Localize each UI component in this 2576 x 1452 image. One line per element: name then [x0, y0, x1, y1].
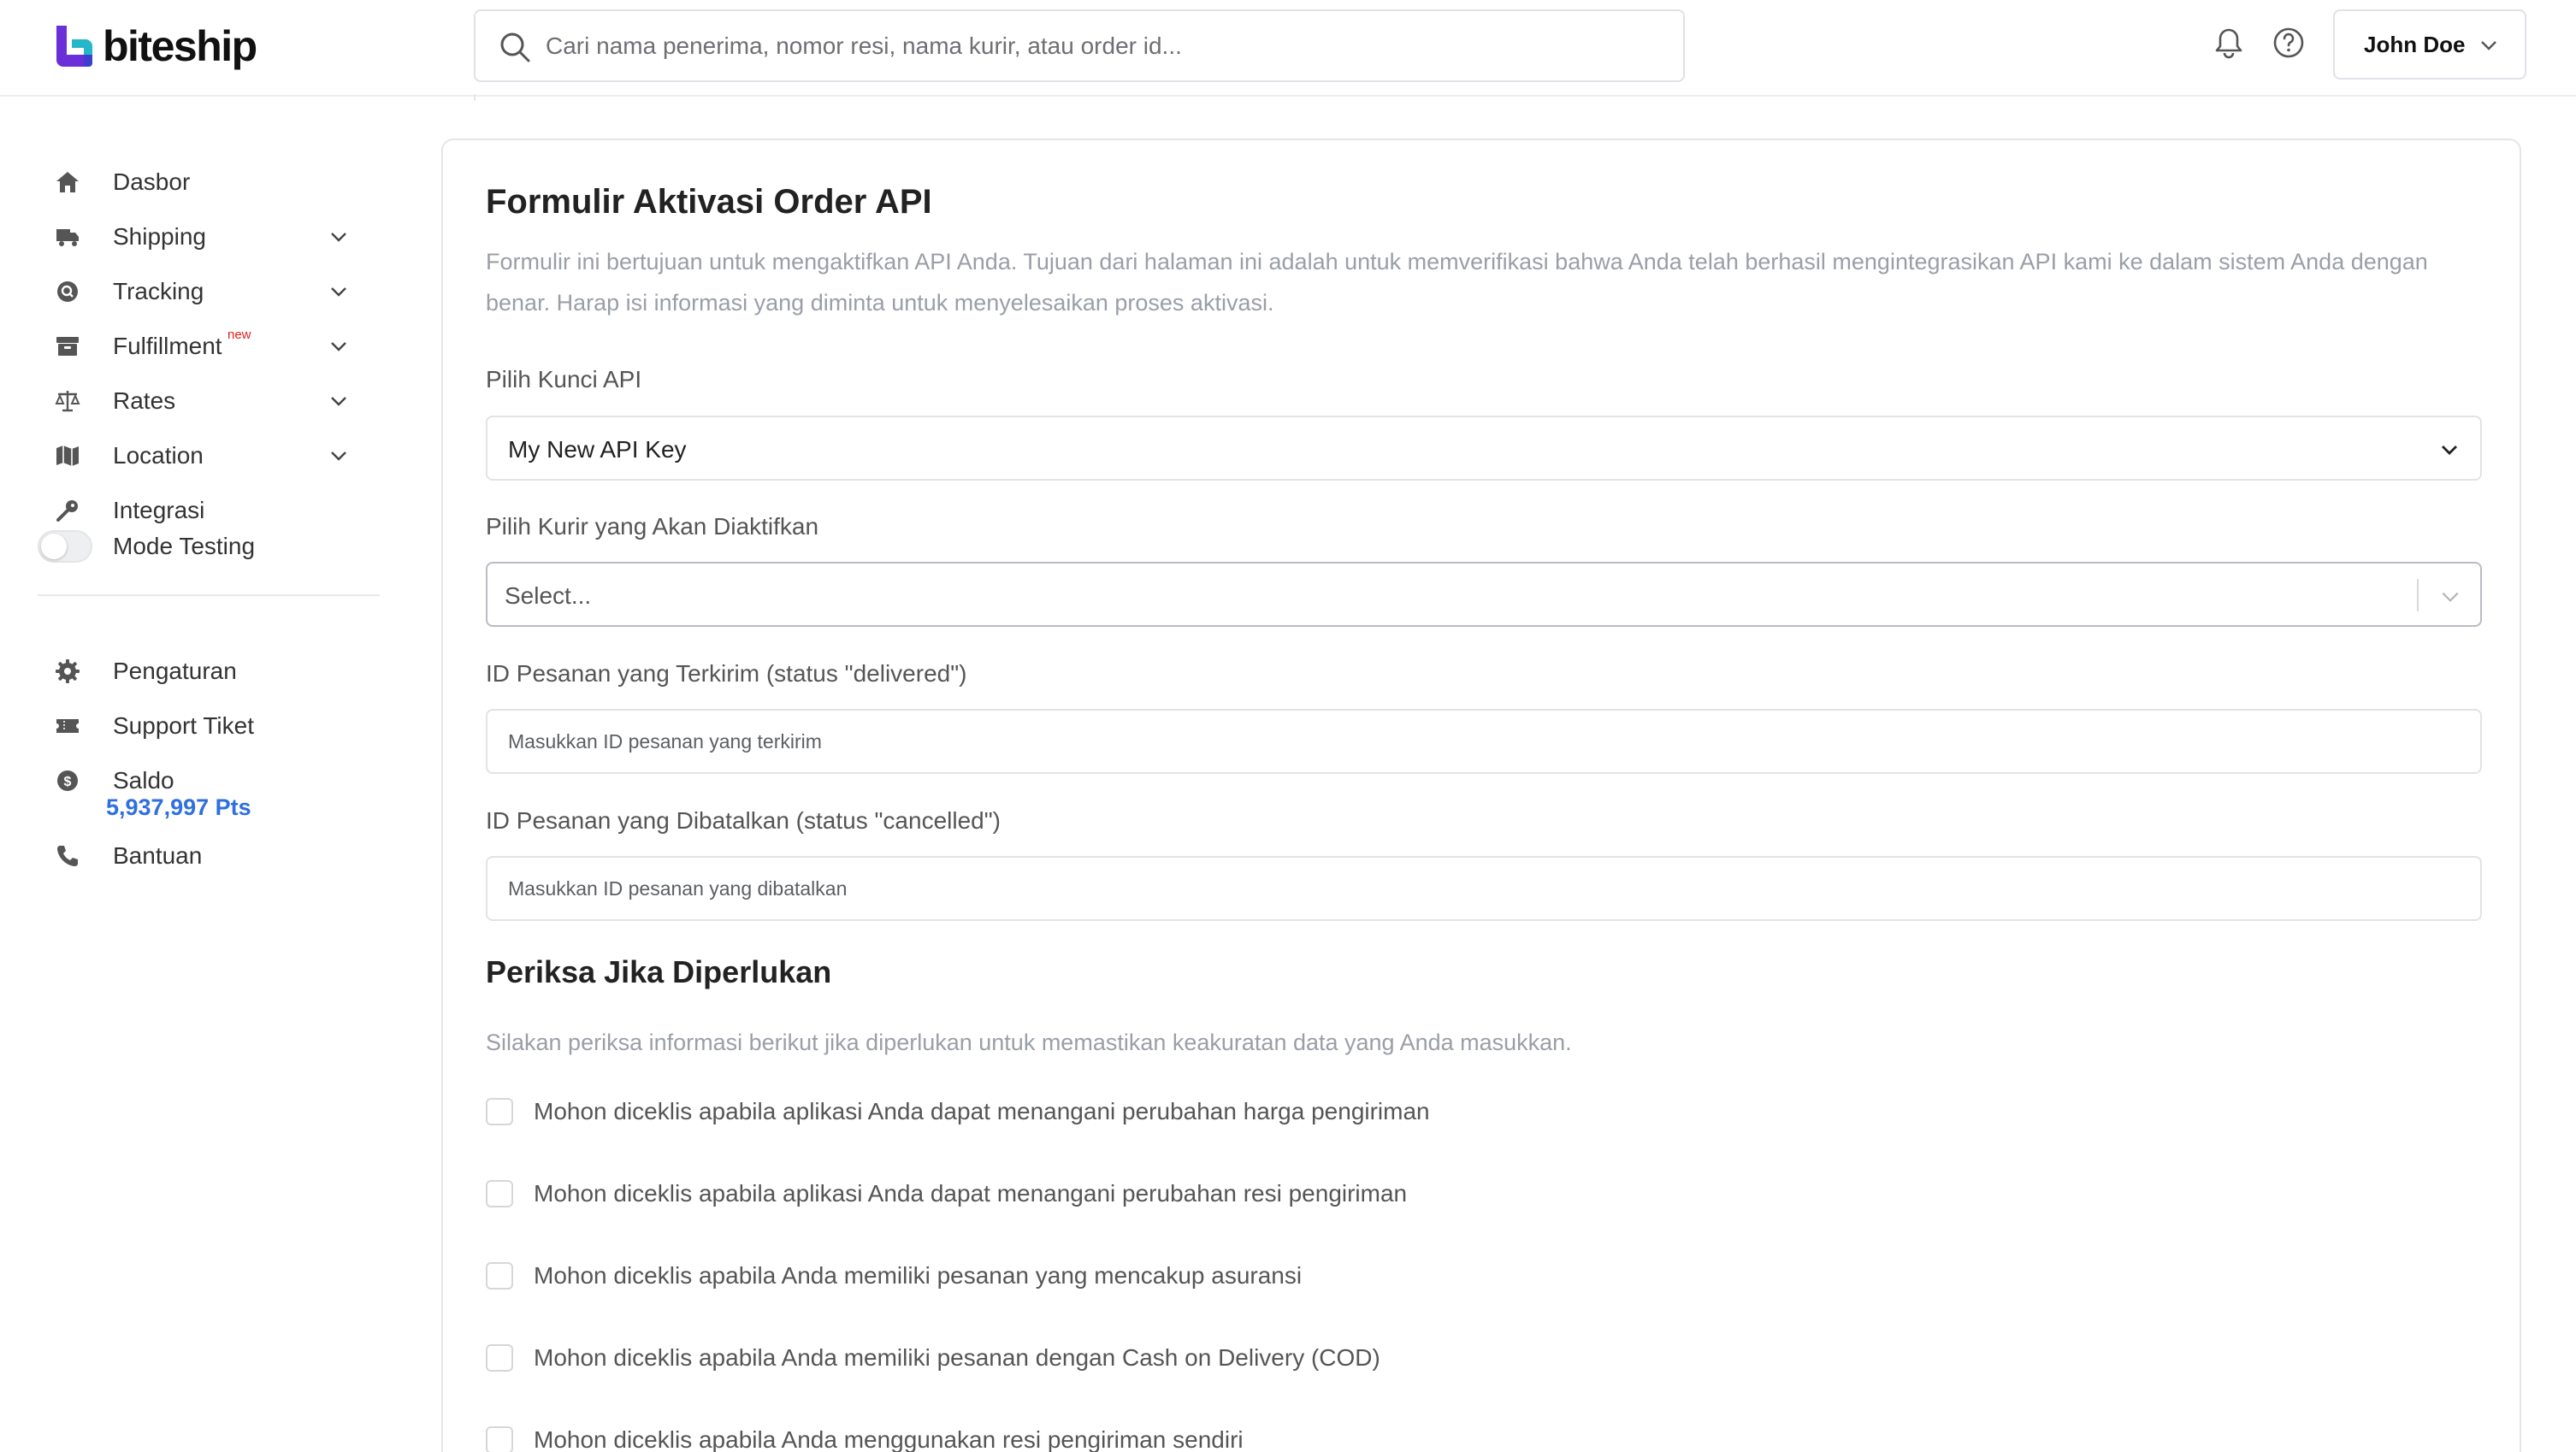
activation-form-card: Formulir Aktivasi Order API Formulir ini…: [441, 139, 2521, 1452]
sidebar-item-rates[interactable]: Rates: [38, 377, 380, 425]
sidebar-item-support-tiket[interactable]: Support Tiket: [38, 702, 380, 750]
sidebar-item-label: Bantuan: [113, 842, 203, 869]
page-description: Formulir ini bertujuan untuk mengaktifka…: [486, 249, 2428, 316]
archive-box-icon: [56, 337, 79, 356]
check-insurance[interactable]: Mohon diceklis apabila Anda memiliki pes…: [486, 1259, 1302, 1293]
sidebar-item-pengaturan[interactable]: Pengaturan: [38, 647, 380, 695]
checkbox[interactable]: [486, 1262, 513, 1290]
sidebar-item-fulfillment[interactable]: Fulfillment new: [38, 322, 380, 370]
help-circle-icon[interactable]: [2272, 26, 2306, 60]
sidebar: Dasbor Shipping Tracking Fulfillment new: [0, 97, 411, 1452]
mode-testing-label: Mode Testing: [113, 533, 256, 559]
api-key-selected-value: My New API Key: [508, 436, 687, 463]
checks-section-title: Periksa Jika Diperlukan: [486, 954, 832, 989]
courier-label: Pilih Kurir yang Akan Diaktifkan: [486, 513, 819, 540]
chevron-down-icon: [2481, 41, 2496, 50]
biteship-logo-icon: [56, 26, 92, 67]
checkbox[interactable]: [486, 1180, 513, 1207]
user-name: John Doe: [2364, 31, 2466, 57]
mode-testing-toggle[interactable]: [38, 530, 92, 563]
checkbox-label: Mohon diceklis apabila Anda menggunakan …: [534, 1426, 1244, 1452]
sidebar-divider: [38, 594, 380, 596]
search-bar[interactable]: [474, 9, 1685, 82]
sidebar-item-label: Location: [113, 442, 204, 469]
sidebar-item-location[interactable]: Location: [38, 432, 380, 480]
sidebar-item-label: Dasbor: [113, 168, 191, 195]
sidebar-item-label: Integrasi: [113, 497, 205, 523]
chevron-down-icon[interactable]: [328, 227, 349, 247]
chevron-down-icon: [2442, 446, 2457, 455]
tracking-icon: [57, 281, 78, 302]
select-separator: [2417, 579, 2419, 611]
courier-select-placeholder: Select...: [505, 582, 592, 609]
bell-icon[interactable]: [2212, 26, 2246, 60]
sidebar-item-bantuan[interactable]: Bantuan: [38, 832, 380, 880]
toggle-knob: [41, 534, 67, 559]
cancelled-id-input[interactable]: [486, 856, 2482, 921]
checkbox[interactable]: [486, 1426, 513, 1452]
checkbox[interactable]: [486, 1098, 513, 1125]
top-header: biteship John Doe: [0, 0, 2576, 97]
svg-text:$: $: [64, 775, 72, 789]
check-cod[interactable]: Mohon diceklis apabila Anda memiliki pes…: [486, 1341, 1380, 1375]
sidebar-item-label: Saldo: [113, 767, 174, 794]
gear-icon: [56, 659, 80, 683]
chevron-down-icon[interactable]: [328, 281, 349, 302]
chevron-down-icon: [2442, 592, 2459, 602]
sidebar-item-shipping[interactable]: Shipping: [38, 213, 380, 261]
sidebar-item-tracking[interactable]: Tracking: [38, 268, 380, 316]
sidebar-item-dasbor[interactable]: Dasbor: [38, 158, 380, 206]
sidebar-item-label: Tracking: [113, 278, 204, 304]
checkbox-label: Mohon diceklis apabila aplikasi Anda dap…: [534, 1180, 1408, 1207]
map-icon: [56, 446, 79, 466]
sidebar-item-label: Fulfillment: [113, 333, 222, 359]
key-icon: [56, 500, 78, 522]
delivered-id-label: ID Pesanan yang Terkirim (status "delive…: [486, 660, 967, 687]
user-menu-button[interactable]: John Doe: [2333, 9, 2526, 80]
checks-section-description: Silakan periksa informasi berikut jika d…: [486, 1030, 1572, 1055]
check-waybill-change[interactable]: Mohon diceklis apabila aplikasi Anda dap…: [486, 1177, 1407, 1211]
chevron-down-icon[interactable]: [328, 336, 349, 357]
sidebar-item-label: Shipping: [113, 223, 206, 250]
sidebar-item-label: Support Tiket: [113, 712, 254, 739]
scale-icon: [55, 391, 80, 412]
ticket-icon: [56, 719, 79, 733]
search-icon: [500, 32, 530, 62]
home-icon: [56, 172, 79, 192]
balance-points: 5,937,997 Pts: [106, 794, 251, 820]
new-badge: new: [227, 328, 251, 342]
cancelled-id-label: ID Pesanan yang Dibatalkan (status "canc…: [486, 807, 1001, 834]
sidebar-item-integrasi[interactable]: Integrasi: [38, 487, 380, 534]
check-own-waybill[interactable]: Mohon diceklis apabila Anda menggunakan …: [486, 1423, 1244, 1452]
checkbox[interactable]: [486, 1344, 513, 1372]
chevron-down-icon[interactable]: [328, 391, 349, 411]
check-shipping-price-change[interactable]: Mohon diceklis apabila aplikasi Anda dap…: [486, 1095, 1430, 1129]
api-key-select[interactable]: My New API Key: [486, 416, 2482, 481]
phone-icon: [57, 846, 78, 866]
search-input[interactable]: [546, 11, 1666, 80]
dollar-coin-icon: $: [57, 770, 78, 791]
checkbox-label: Mohon diceklis apabila aplikasi Anda dap…: [534, 1098, 1430, 1124]
checkbox-label: Mohon diceklis apabila Anda memiliki pes…: [534, 1344, 1380, 1371]
chevron-down-icon[interactable]: [328, 446, 349, 466]
sidebar-item-label: Rates: [113, 387, 176, 414]
delivered-id-input[interactable]: [486, 709, 2482, 774]
truck-icon: [56, 229, 79, 246]
sidebar-item-label: Pengaturan: [113, 658, 237, 684]
divider-mark: [474, 94, 476, 101]
brand-name: biteship: [103, 22, 257, 70]
checkbox-label: Mohon diceklis apabila Anda memiliki pes…: [534, 1262, 1303, 1289]
api-key-label: Pilih Kunci API: [486, 366, 642, 393]
page-title: Formulir Aktivasi Order API: [486, 183, 932, 221]
brand-logo[interactable]: biteship: [51, 21, 257, 72]
courier-select[interactable]: Select...: [486, 562, 2482, 627]
